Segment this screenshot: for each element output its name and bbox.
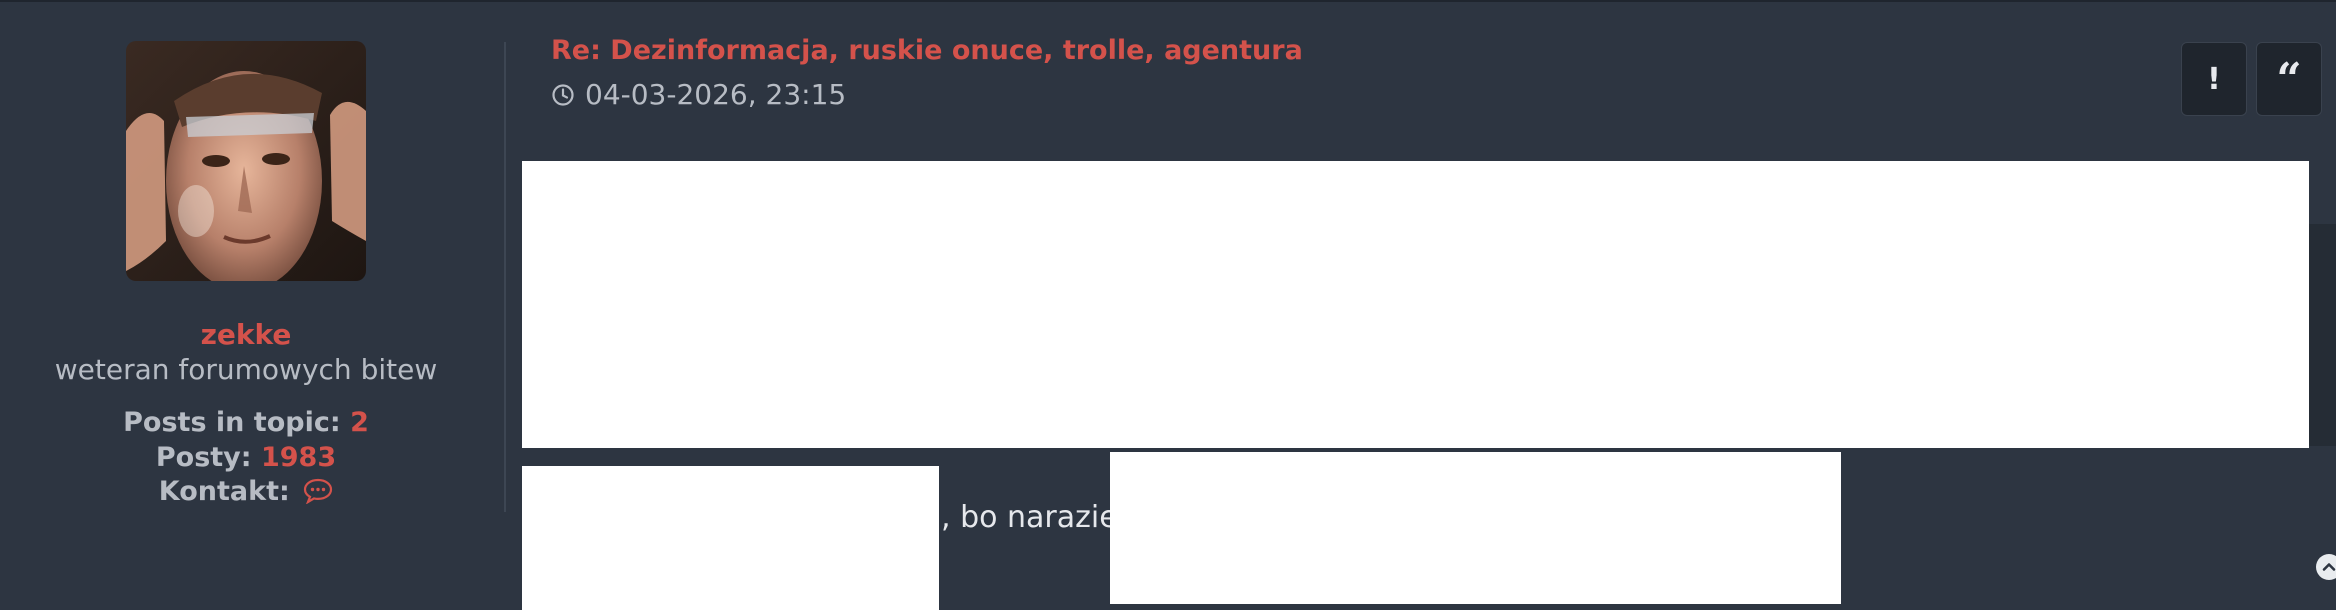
- posts-in-topic: Posts in topic: 2: [0, 407, 492, 438]
- side-strip: [2309, 224, 2336, 446]
- contact-label: Kontakt:: [158, 476, 290, 507]
- post-date-text: 04-03-2026, 23:15: [585, 78, 847, 111]
- avatar[interactable]: [126, 41, 366, 281]
- post-title[interactable]: Re: Dezinformacja, ruskie onuce, trolle,…: [551, 35, 1303, 66]
- post-count-label: Posty:: [155, 442, 252, 473]
- clock-icon: [551, 81, 575, 114]
- redacted-content-block: [522, 161, 2309, 448]
- contact: Kontakt:: [0, 476, 492, 511]
- report-button[interactable]: !: [2181, 42, 2247, 116]
- quote-button[interactable]: “: [2256, 42, 2322, 116]
- post-count: Posty: 1983: [0, 442, 492, 473]
- user-rank: weteran forumowych bitew: [54, 353, 438, 386]
- chevron-up-icon[interactable]: [2316, 554, 2336, 580]
- column-divider: [504, 42, 506, 512]
- chat-bubble-icon[interactable]: [303, 478, 333, 511]
- post-date: 04-03-2026, 23:15: [551, 78, 846, 114]
- redacted-content-block: [522, 466, 939, 610]
- username[interactable]: zekke: [0, 318, 492, 351]
- posts-in-topic-label: Posts in topic:: [123, 407, 341, 438]
- redacted-content-block: [1110, 452, 1841, 604]
- post-count-value[interactable]: 1983: [261, 442, 336, 473]
- user-profile-panel: zekke weteran forumowych bitew Posts in …: [0, 0, 504, 610]
- posts-in-topic-value[interactable]: 2: [350, 407, 369, 438]
- post-body-text: , bo narazie: [941, 500, 1118, 535]
